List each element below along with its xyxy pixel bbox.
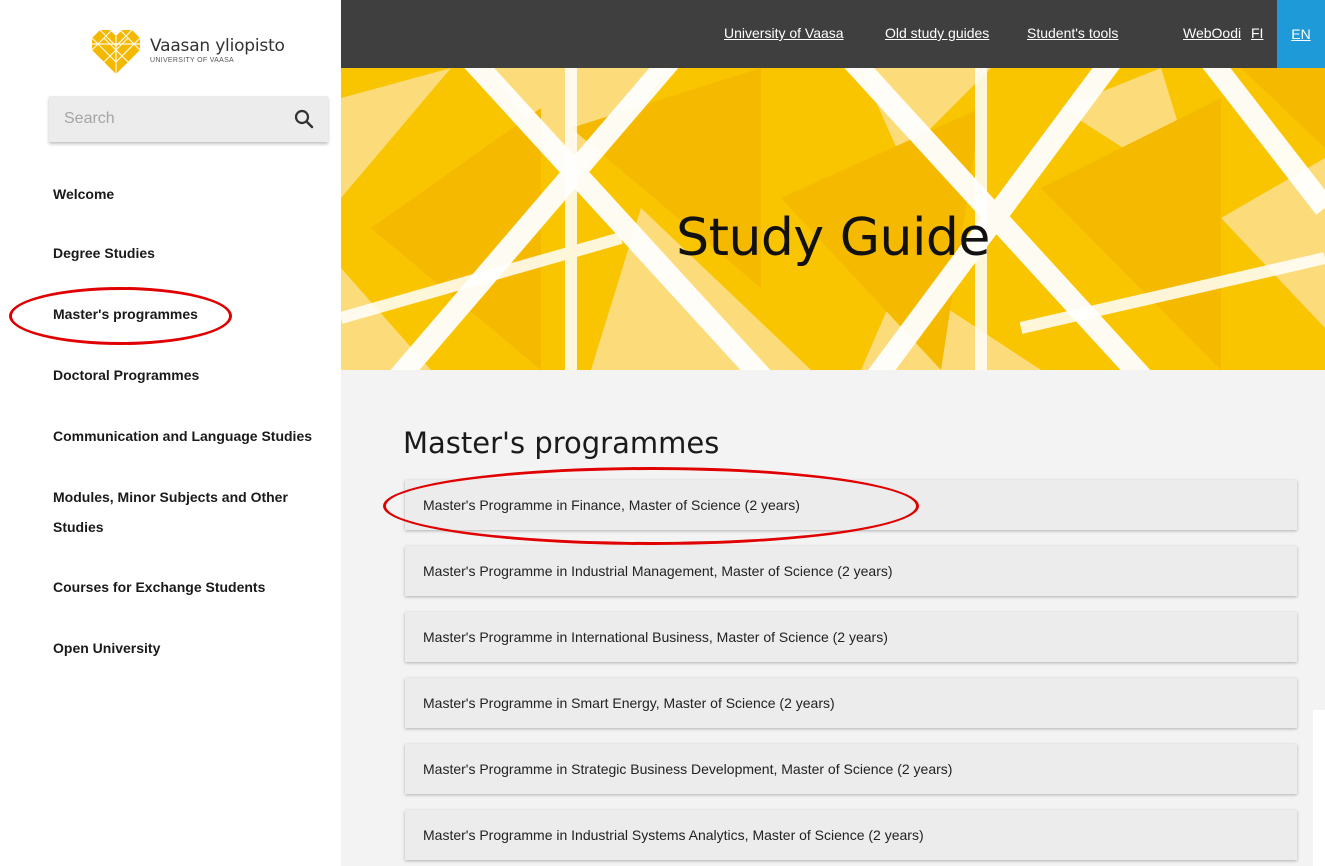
sidebar-item-exchange-courses[interactable]: Courses for Exchange Students <box>53 572 265 602</box>
programme-item-industrial-systems-analytics[interactable]: Master's Programme in Industrial Systems… <box>405 810 1297 860</box>
sidebar-item-modules-minor[interactable]: Modules, Minor Subjects and Other Studie… <box>53 482 303 542</box>
programme-item-strategic-business-development[interactable]: Master's Programme in Strategic Business… <box>405 744 1297 794</box>
top-navigation-bar: University of Vaasa Old study guides Stu… <box>341 0 1325 68</box>
sidebar-item-doctoral-programmes[interactable]: Doctoral Programmes <box>53 360 199 390</box>
programme-item-smart-energy[interactable]: Master's Programme in Smart Energy, Mast… <box>405 678 1297 728</box>
programme-item-industrial-management[interactable]: Master's Programme in Industrial Managem… <box>405 546 1297 596</box>
search-box <box>49 96 328 142</box>
sidebar-item-welcome[interactable]: Welcome <box>53 179 114 209</box>
sidebar-item-masters-programmes[interactable]: Master's programmes <box>53 299 198 329</box>
link-students-tools[interactable]: Student's tools <box>1027 25 1118 41</box>
logo-subtitle: UNIVERSITY OF VAASA <box>150 57 235 64</box>
language-en[interactable]: EN <box>1277 0 1325 68</box>
programme-item-international-business[interactable]: Master's Programme in International Busi… <box>405 612 1297 662</box>
page-edge <box>1313 710 1325 866</box>
logo-name: Vaasan yliopisto <box>150 36 285 56</box>
language-fi[interactable]: FI <box>1251 25 1263 41</box>
section-title: Master's programmes <box>403 426 720 460</box>
link-weboodi[interactable]: WebOodi <box>1183 25 1241 41</box>
sidebar-item-open-university[interactable]: Open University <box>53 633 160 663</box>
search-input[interactable] <box>64 110 264 128</box>
search-icon[interactable] <box>292 107 316 131</box>
sidebar: Vaasan yliopisto UNIVERSITY OF VAASA Wel… <box>0 0 341 866</box>
link-university-of-vaasa[interactable]: University of Vaasa <box>724 25 844 41</box>
page-title: Study Guide <box>676 208 990 268</box>
main-content: Master's programmes Master's Programme i… <box>341 370 1325 866</box>
sidebar-item-degree-studies[interactable]: Degree Studies <box>53 238 155 268</box>
programme-item-finance[interactable]: Master's Programme in Finance, Master of… <box>405 480 1297 530</box>
hero-banner: Study Guide <box>341 68 1325 370</box>
heart-logo-icon <box>91 25 141 74</box>
link-old-study-guides[interactable]: Old study guides <box>885 25 989 41</box>
sidebar-item-communication-language[interactable]: Communication and Language Studies <box>53 421 312 451</box>
university-logo[interactable]: Vaasan yliopisto UNIVERSITY OF VAASA <box>88 22 298 78</box>
